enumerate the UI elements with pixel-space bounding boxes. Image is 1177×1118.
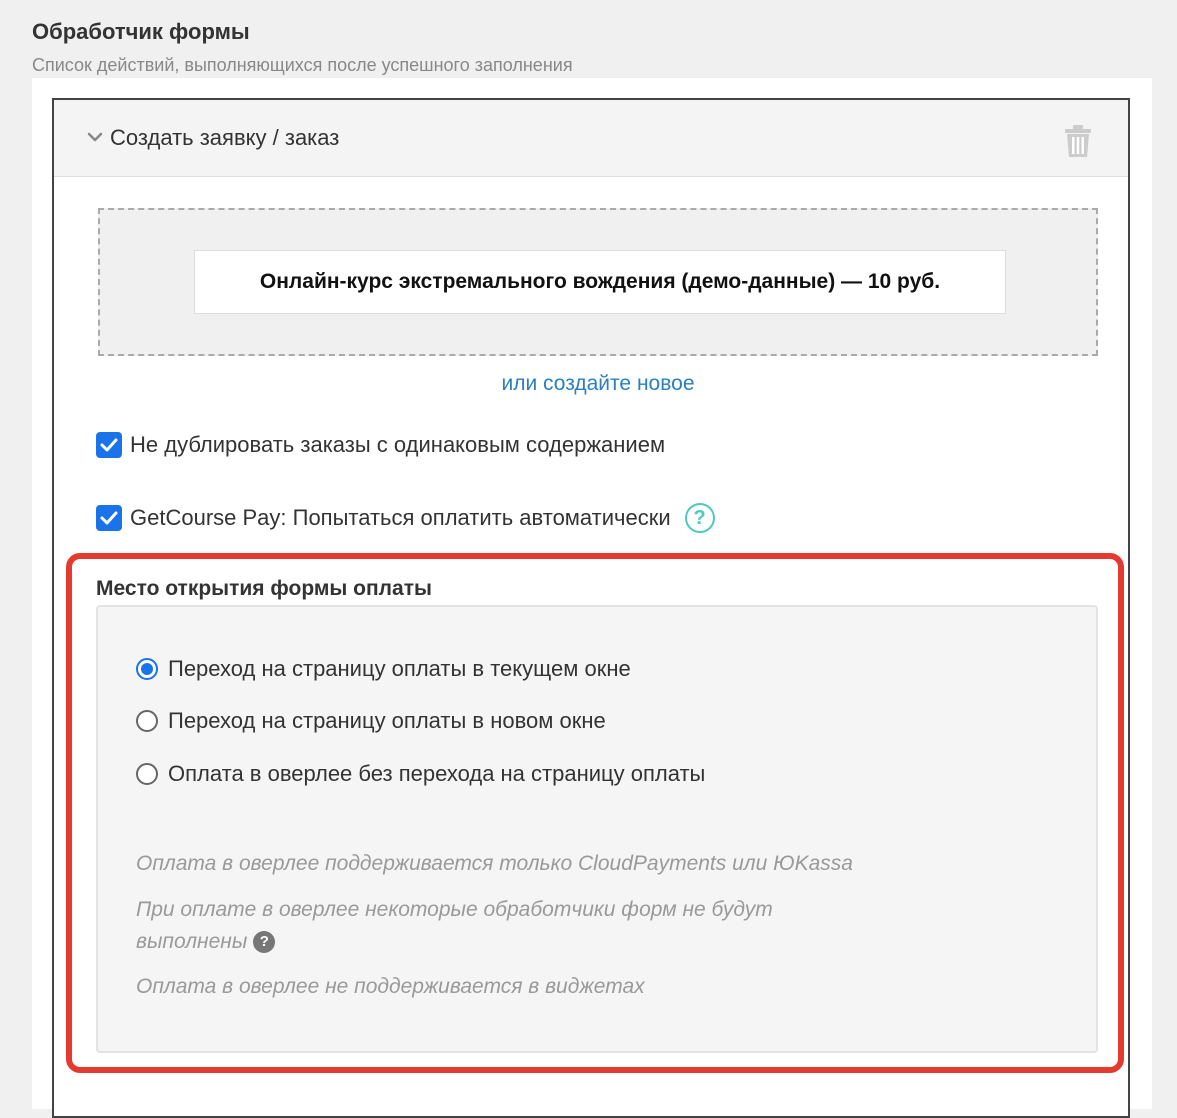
payment-options-box: Переход на страницу оплаты в текущем окн… [96, 605, 1098, 1053]
section-title: Обработчик формы [32, 19, 250, 44]
payment-option-label: Переход на страницу оплаты в новом окне [168, 708, 606, 733]
payment-option-overlay[interactable]: Оплата в оверлее без перехода на страниц… [136, 759, 705, 789]
trash-icon[interactable] [1064, 124, 1092, 158]
overlay-note-widgets: Оплата в оверлее не поддерживается в вид… [136, 975, 645, 998]
question-icon[interactable]: ? [253, 931, 276, 954]
offer-dropzone[interactable]: Онлайн-курс экстремального вождения (дем… [98, 208, 1098, 356]
payment-option-label: Оплата в оверлее без перехода на страниц… [168, 761, 706, 786]
section-subtitle: Список действий, выполняющихся после усп… [32, 55, 573, 75]
radio-overlay[interactable] [136, 763, 158, 785]
action-title: Создать заявку / заказ [110, 125, 340, 150]
overlay-note-providers: Оплата в оверлее поддерживается только C… [136, 852, 853, 875]
chevron-down-icon[interactable] [86, 128, 104, 146]
check-icon [100, 511, 118, 525]
check-icon [100, 438, 118, 452]
selected-offer[interactable]: Онлайн-курс экстремального вождения (дем… [194, 250, 1006, 314]
create-new-link[interactable]: или создайте новое [54, 372, 1142, 396]
autopay-checkbox[interactable] [96, 505, 122, 531]
action-card-header[interactable]: Создать заявку / заказ [54, 100, 1128, 177]
radio-current-window[interactable] [136, 658, 158, 680]
payment-option-new-window[interactable]: Переход на страницу оплаты в новом окне [136, 706, 606, 736]
payment-option-current-window[interactable]: Переход на страницу оплаты в текущем окн… [136, 654, 631, 684]
payment-option-label: Переход на страницу оплаты в текущем окн… [168, 656, 631, 681]
no-duplicate-label: Не дублировать заказы с одинаковым содер… [130, 432, 666, 457]
help-icon[interactable]: ? [684, 503, 715, 533]
overlay-note-handlers-line1: При оплате в оверлее некоторые обработчи… [136, 898, 773, 921]
overlay-note-handlers-line2: выполнены? [136, 926, 276, 958]
payment-form-title: Место открытия формы оплаты [96, 577, 432, 600]
radio-new-window[interactable] [136, 710, 158, 732]
no-duplicate-row: Не дублировать заказы с одинаковым содер… [96, 430, 665, 460]
overlay-note-handlers-text: выполнены [136, 930, 248, 953]
autopay-row: GetCourse Pay: Попытаться оплатить автом… [96, 503, 715, 533]
autopay-label: GetCourse Pay: Попытаться оплатить автом… [130, 505, 671, 530]
no-duplicate-checkbox[interactable] [96, 432, 122, 458]
